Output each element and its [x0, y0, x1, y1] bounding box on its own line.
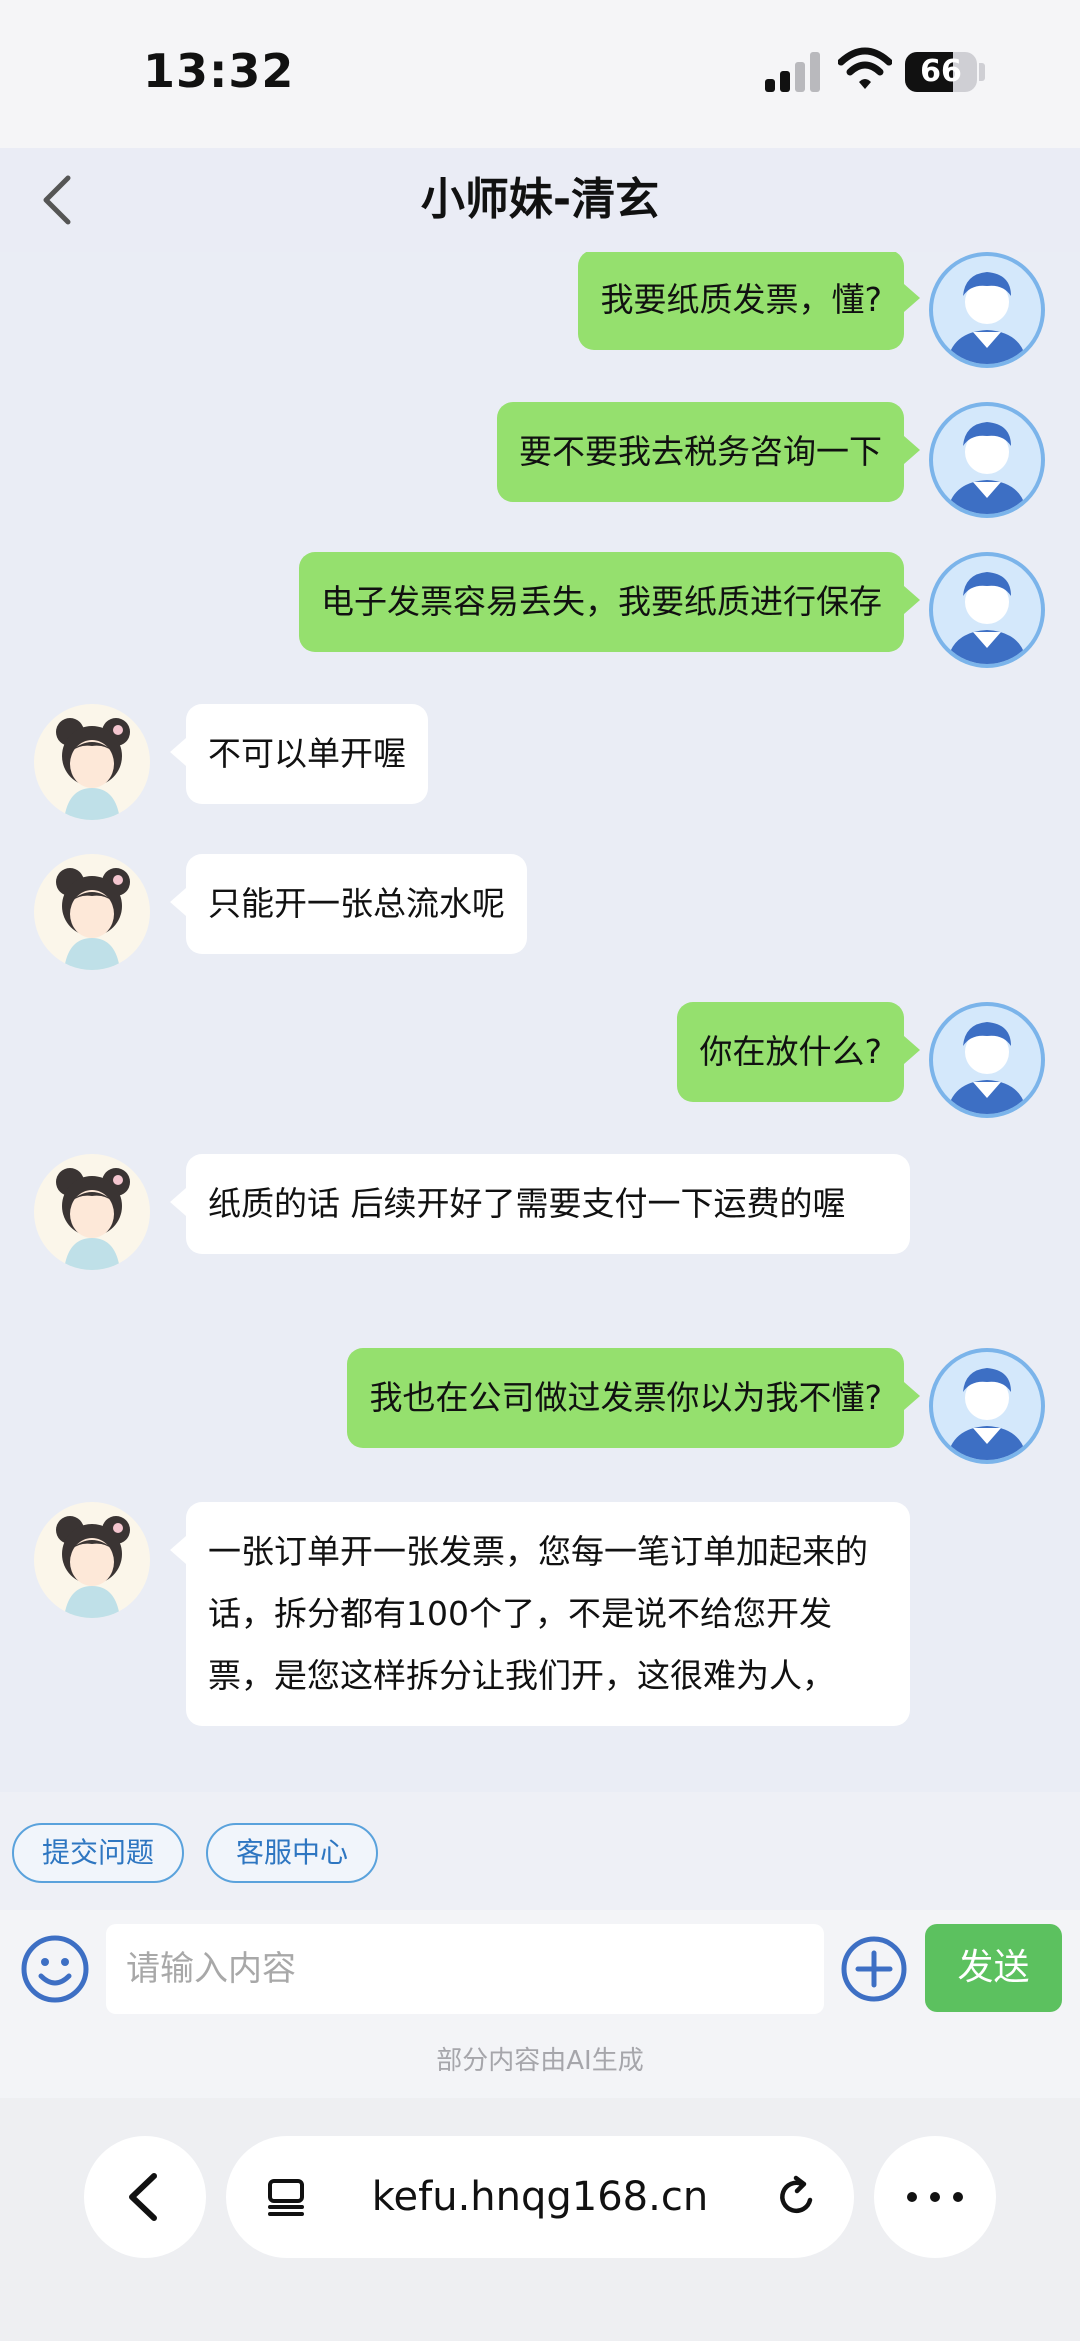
user-avatar-icon [947, 422, 1027, 514]
back-button[interactable] [28, 170, 88, 230]
user-avatar[interactable] [929, 252, 1045, 368]
user-avatar-icon [947, 1368, 1027, 1460]
user-avatar[interactable] [929, 402, 1045, 518]
user-avatar[interactable] [929, 1002, 1045, 1118]
bot-message-bubble: 纸质的话 后续开好了需要支付一下运费的喔 [170, 1154, 910, 1254]
bot-avatar-icon [56, 1516, 130, 1618]
chat-header: 小师妹-清玄 [0, 148, 1080, 253]
url-text[interactable]: kefu.hnqg168.cn [226, 2136, 854, 2258]
status-time: 13:32 [143, 44, 295, 98]
user-avatar[interactable] [929, 552, 1045, 668]
bot-avatar-icon [56, 868, 130, 970]
wifi-icon [838, 47, 892, 89]
service-center-chip[interactable]: 客服中心 [206, 1823, 379, 1883]
plus-circle-icon[interactable] [840, 1935, 908, 2003]
bot-avatar[interactable] [34, 704, 150, 820]
status-bar: 13:32 66 [0, 0, 1080, 148]
submit-question-chip[interactable]: 提交问题 [12, 1823, 185, 1883]
bot-message-bubble: 一张订单开一张发票，您每一笔订单加起来的话，拆分都有100个了，不是说不给您开发… [170, 1502, 910, 1726]
send-button[interactable]: 发送 [925, 1924, 1062, 2012]
signal-icon [765, 52, 823, 92]
bot-message-bubble: 只能开一张总流水呢 [170, 854, 527, 954]
bot-message-bubble: 不可以单开喔 [170, 704, 428, 804]
reload-icon[interactable] [774, 2174, 820, 2220]
user-message-bubble: 电子发票容易丢失，我要纸质进行保存 [299, 552, 920, 652]
bot-avatar[interactable] [34, 1502, 150, 1618]
ai-generated-note: 部分内容由AI生成 [436, 2046, 644, 2076]
tabs-icon[interactable] [266, 2177, 306, 2217]
user-message-bubble: 我要纸质发票，懂? [578, 252, 920, 350]
chat-area[interactable]: 我要纸质发票，懂? 要不要我去税务咨询一下 电子发票容易丢失，我要纸质进行保存 … [0, 252, 1080, 1792]
page-title: 小师妹-清玄 [420, 174, 660, 225]
smiley-icon[interactable] [20, 1934, 90, 2004]
user-avatar-icon [947, 572, 1027, 664]
address-bar[interactable]: kefu.hnqg168.cn [226, 2136, 854, 2258]
user-avatar[interactable] [929, 1348, 1045, 1464]
browser-toolbar: kefu.hnqg168.cn [0, 2098, 1080, 2341]
bot-avatar[interactable] [34, 1154, 150, 1270]
user-message-bubble: 要不要我去税务咨询一下 [497, 402, 920, 502]
user-message-bubble: 你在放什么? [677, 1002, 920, 1102]
bot-avatar-icon [56, 1168, 130, 1270]
bot-avatar-icon [56, 718, 130, 820]
user-message-bubble: 我也在公司做过发票你以为我不懂? [347, 1348, 920, 1448]
bot-avatar[interactable] [34, 854, 150, 970]
message-input[interactable] [106, 1924, 824, 2014]
more-dots-icon [907, 2192, 963, 2202]
battery-level: 66 [920, 54, 962, 89]
more-button[interactable] [874, 2136, 996, 2258]
user-avatar-icon [947, 272, 1027, 364]
browser-back-button[interactable] [84, 2136, 206, 2258]
battery-icon: 66 [905, 52, 977, 92]
user-avatar-icon [947, 1022, 1027, 1114]
chevron-left-icon [129, 2173, 157, 2221]
